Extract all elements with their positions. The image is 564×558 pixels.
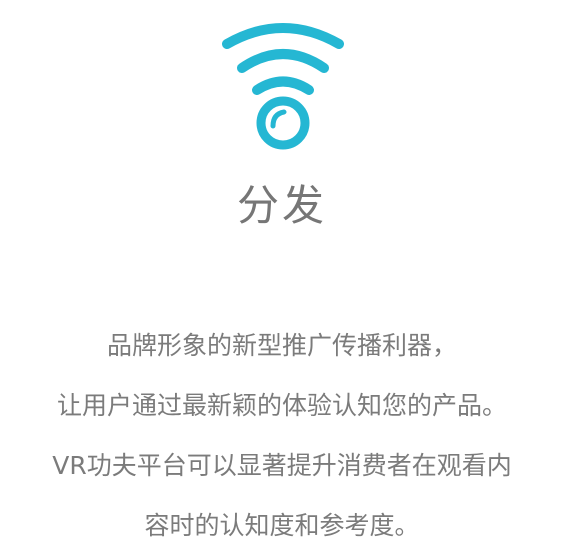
- description-line-2: 让用户通过最新颖的体验认知您的产品。: [56, 391, 507, 420]
- wifi-inner-arc: [252, 76, 314, 95]
- description: 品牌形象的新型推广传播利器， 让用户通过最新颖的体验认知您的产品。 VR功夫平台…: [0, 316, 564, 556]
- wifi-icon: [222, 23, 344, 150]
- wifi-middle-arc: [237, 49, 329, 73]
- wifi-ring: [256, 96, 310, 150]
- wifi-ring-highlight: [270, 109, 287, 129]
- wifi-outer-arc: [222, 23, 344, 49]
- description-line-1: 品牌形象的新型推广传播利器，: [106, 331, 457, 360]
- distribution-feature-section: 分发 品牌形象的新型推广传播利器， 让用户通过最新颖的体验认知您的产品。 VR功…: [0, 0, 564, 558]
- description-line-4: 容时的认知度和参考度。: [144, 511, 420, 540]
- description-line-3: VR功夫平台可以显著提升消费者在观看内: [52, 451, 512, 480]
- section-title: 分发: [236, 181, 327, 230]
